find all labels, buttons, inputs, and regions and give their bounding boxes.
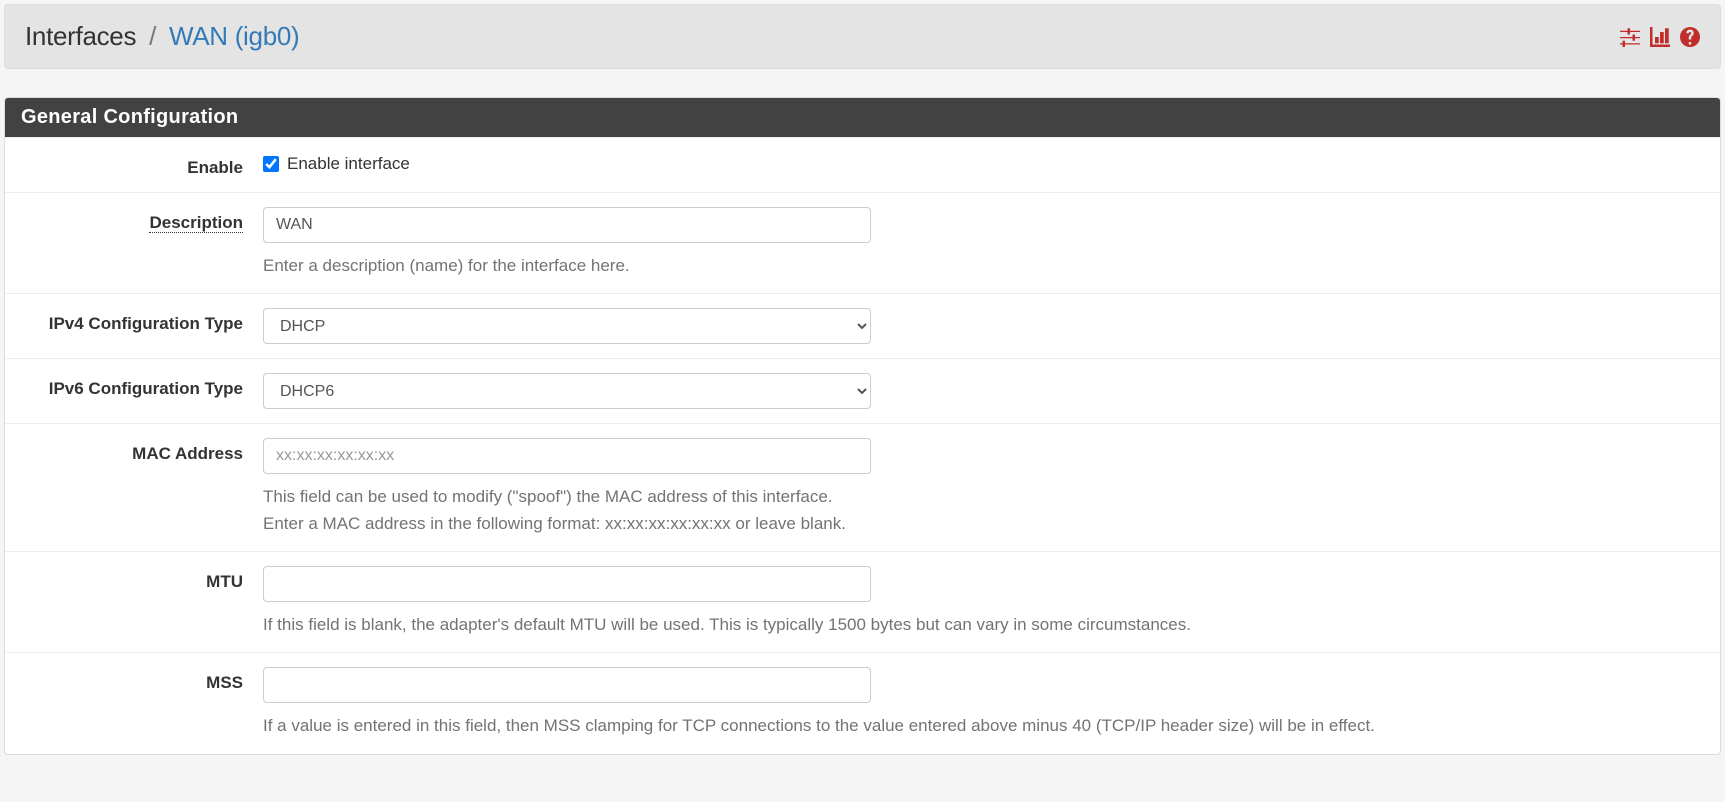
row-description: Description Enter a description (name) f… — [5, 192, 1720, 293]
breadcrumb-page[interactable]: WAN (igb0) — [169, 21, 299, 51]
sliders-icon[interactable] — [1620, 27, 1640, 47]
mtu-input[interactable] — [263, 566, 871, 602]
label-mac: MAC Address — [5, 438, 263, 464]
mtu-help: If this field is blank, the adapter's de… — [263, 612, 1696, 638]
bar-chart-icon[interactable] — [1650, 27, 1670, 47]
breadcrumb: Interfaces / WAN (igb0) — [25, 21, 299, 52]
row-ipv4: IPv4 Configuration Type DHCP — [5, 293, 1720, 358]
page-header: Interfaces / WAN (igb0) — [4, 4, 1721, 69]
row-enable: Enable Enable interface — [5, 137, 1720, 192]
row-mss: MSS If a value is entered in this field,… — [5, 652, 1720, 753]
row-ipv6: IPv6 Configuration Type DHCP6 — [5, 358, 1720, 423]
mss-help: If a value is entered in this field, the… — [263, 713, 1696, 739]
ipv6-select[interactable]: DHCP6 — [263, 373, 871, 409]
breadcrumb-separator: / — [149, 21, 156, 51]
description-input[interactable] — [263, 207, 871, 243]
enable-checkbox-label[interactable]: Enable interface — [287, 154, 410, 174]
label-mss: MSS — [5, 667, 263, 693]
ipv4-select[interactable]: DHCP — [263, 308, 871, 344]
header-actions — [1620, 27, 1700, 47]
label-mtu: MTU — [5, 566, 263, 592]
row-mac: MAC Address This field can be used to mo… — [5, 423, 1720, 551]
label-enable: Enable — [5, 152, 263, 178]
breadcrumb-section[interactable]: Interfaces — [25, 21, 136, 51]
enable-checkbox[interactable] — [263, 156, 279, 172]
mss-input[interactable] — [263, 667, 871, 703]
row-mtu: MTU If this field is blank, the adapter'… — [5, 551, 1720, 652]
label-ipv6: IPv6 Configuration Type — [5, 373, 263, 399]
mac-help: This field can be used to modify ("spoof… — [263, 484, 1696, 537]
label-description: Description — [5, 207, 263, 233]
mac-input[interactable] — [263, 438, 871, 474]
panel-title: General Configuration — [5, 98, 1720, 137]
label-ipv4: IPv4 Configuration Type — [5, 308, 263, 334]
description-help: Enter a description (name) for the inter… — [263, 253, 1696, 279]
general-config-panel: General Configuration Enable Enable inte… — [4, 97, 1721, 755]
help-icon[interactable] — [1680, 27, 1700, 47]
